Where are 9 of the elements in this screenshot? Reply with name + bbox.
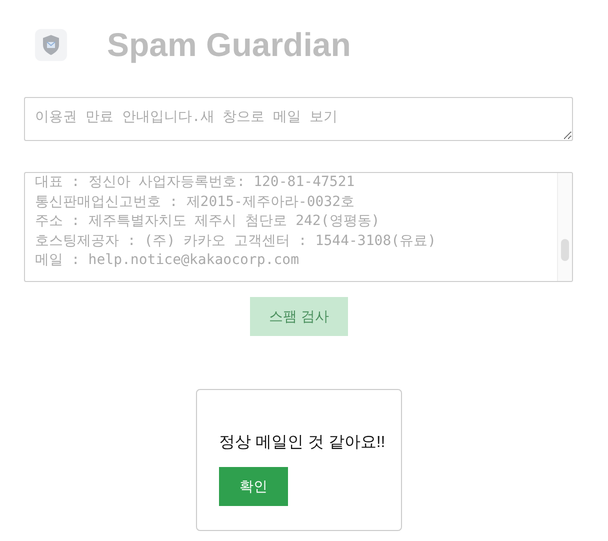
app-title: Spam Guardian [107,26,351,64]
text-line: 통신판매업신고번호 : 제2015-제주아라-0032호 [35,192,356,212]
text-line: 대표 : 정신아 사업자등록번호: 120-81-47521 [35,173,356,192]
result-message: 정상 메일인 것 같아요!! [219,433,386,453]
text-line: 호스팅제공자 : (주) 카카오 고객센터 : 1544-3108(유료) [35,232,438,250]
text-line: 주소 : 제주특별자치도 제주시 첨단로 242(영평동) [35,212,381,231]
confirm-button[interactable]: 확인 [219,467,288,506]
text-line: 메일 : help.notice@kakaocorp.com [35,251,300,270]
shield-mail-icon [35,29,67,61]
